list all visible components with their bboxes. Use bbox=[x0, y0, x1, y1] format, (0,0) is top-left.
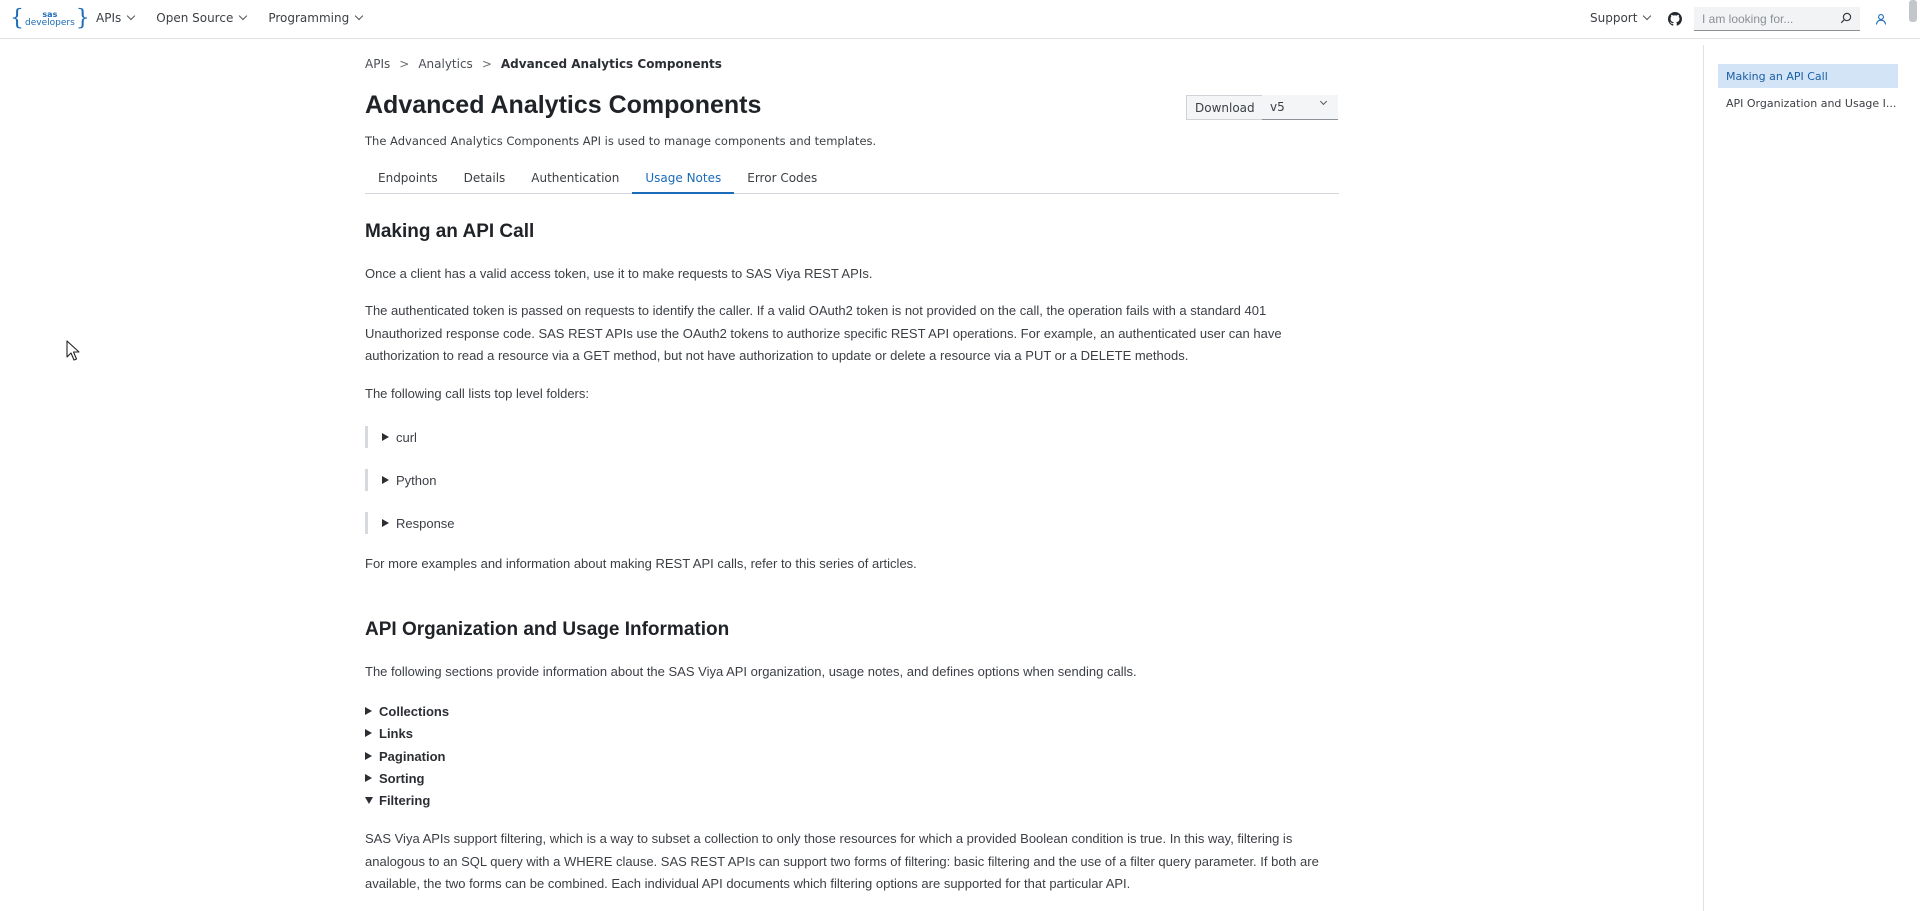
collapsible-response[interactable]: Response bbox=[365, 512, 455, 534]
breadcrumb-current: Advanced Analytics Components bbox=[500, 57, 722, 71]
section-filtering-label: Filtering bbox=[379, 792, 431, 808]
section-sorting[interactable]: Sorting bbox=[365, 769, 425, 787]
page-subtitle: The Advanced Analytics Components API is… bbox=[365, 134, 877, 148]
caret-right-icon bbox=[382, 433, 389, 441]
scrollbar-thumb[interactable] bbox=[1909, 0, 1917, 22]
search-icon[interactable] bbox=[1840, 12, 1852, 24]
caret-right-icon bbox=[365, 729, 372, 737]
making-call-paragraph-4: For more examples and information about … bbox=[365, 553, 1339, 576]
sas-developers-logo[interactable]: { sas developers } bbox=[10, 8, 90, 30]
toc-making-api-call[interactable]: Making an API Call bbox=[1718, 64, 1898, 88]
chevron-down-icon bbox=[127, 11, 136, 21]
section-collections[interactable]: Collections bbox=[365, 702, 449, 720]
logo-left-brace: { bbox=[10, 6, 24, 31]
caret-right-icon bbox=[382, 519, 389, 527]
section-collections-label: Collections bbox=[379, 703, 450, 719]
filtering-paragraph: SAS Viya APIs support filtering, which i… bbox=[365, 831, 1319, 891]
menu-programming-label: Programming bbox=[268, 11, 350, 25]
chevron-down-icon bbox=[354, 11, 364, 21]
table-of-contents: Making an API Call API Organization and … bbox=[1703, 45, 1920, 911]
breadcrumb-apis[interactable]: APIs bbox=[365, 57, 390, 71]
version-value: v5 bbox=[1270, 100, 1285, 114]
github-icon[interactable] bbox=[1668, 12, 1682, 26]
menu-support-label: Support bbox=[1590, 11, 1638, 25]
breadcrumb-separator: > bbox=[399, 57, 410, 71]
menu-apis[interactable]: APIs bbox=[96, 11, 136, 25]
user-icon[interactable] bbox=[1875, 13, 1887, 25]
logo-words: sas developers bbox=[25, 11, 75, 28]
caret-right-icon bbox=[365, 774, 372, 782]
caret-down-icon bbox=[365, 796, 373, 804]
search-input[interactable] bbox=[1694, 11, 1834, 26]
toc-api-organization[interactable]: API Organization and Usage I... bbox=[1718, 91, 1898, 115]
menu-programming[interactable]: Programming bbox=[268, 11, 364, 25]
section-sorting-label: Sorting bbox=[379, 770, 425, 786]
making-call-paragraph-3: The following call lists top level folde… bbox=[365, 386, 589, 401]
making-api-call-heading: Making an API Call bbox=[365, 221, 535, 242]
section-links-label: Links bbox=[379, 725, 413, 741]
section-filtering[interactable]: Filtering bbox=[365, 791, 430, 809]
collapsible-python-label: Python bbox=[396, 472, 437, 488]
collapsible-curl-label: curl bbox=[396, 429, 417, 445]
more-examples-text: For more examples and information about … bbox=[365, 556, 796, 571]
articles-link[interactable]: this series of articles bbox=[795, 556, 913, 571]
tab-details[interactable]: Details bbox=[451, 163, 519, 194]
more-examples-period: . bbox=[913, 556, 917, 571]
menu-support[interactable]: Support bbox=[1590, 11, 1652, 25]
section-pagination-label: Pagination bbox=[379, 748, 446, 764]
section-pagination[interactable]: Pagination bbox=[365, 747, 445, 765]
tab-error-codes[interactable]: Error Codes bbox=[734, 163, 830, 194]
menu-open-source[interactable]: Open Source bbox=[156, 11, 248, 25]
making-call-paragraph-2: The authenticated token is passed on req… bbox=[365, 303, 1282, 363]
chevron-down-icon bbox=[1319, 97, 1328, 106]
menu-open-source-label: Open Source bbox=[156, 11, 234, 25]
mouse-cursor-icon bbox=[66, 340, 80, 361]
caret-right-icon bbox=[365, 707, 372, 715]
version-select[interactable]: v5 bbox=[1262, 95, 1338, 120]
logo-right-brace: } bbox=[75, 6, 90, 31]
collapsible-python[interactable]: Python bbox=[365, 469, 436, 491]
collapsible-response-label: Response bbox=[396, 515, 455, 531]
download-button[interactable]: Download bbox=[1186, 95, 1264, 120]
logo-bottom-text: developers bbox=[25, 18, 75, 28]
organization-heading: API Organization and Usage Information bbox=[365, 619, 730, 640]
tab-authentication[interactable]: Authentication bbox=[518, 163, 632, 194]
tab-endpoints[interactable]: Endpoints bbox=[365, 163, 451, 194]
caret-right-icon bbox=[382, 476, 389, 484]
tab-usage-notes[interactable]: Usage Notes bbox=[632, 163, 735, 194]
chevron-down-icon bbox=[239, 11, 248, 21]
caret-right-icon bbox=[365, 752, 372, 760]
collapsible-curl[interactable]: curl bbox=[365, 426, 417, 448]
page-title: Advanced Analytics Components bbox=[365, 91, 762, 119]
section-links[interactable]: Links bbox=[365, 724, 413, 742]
breadcrumb-separator: > bbox=[481, 57, 492, 71]
top-navigation: { sas developers } APIs Open Source Prog… bbox=[0, 0, 1920, 39]
search-box bbox=[1694, 7, 1860, 31]
breadcrumb: APIs > Analytics > Advanced Analytics Co… bbox=[365, 57, 722, 71]
making-call-paragraph-1: Once a client has a valid access token, … bbox=[365, 266, 873, 281]
main-menu: APIs Open Source Programming bbox=[96, 0, 384, 36]
tab-bar: Endpoints Details Authentication Usage N… bbox=[365, 163, 1339, 194]
organization-intro: The following sections provide informati… bbox=[365, 664, 1137, 679]
breadcrumb-analytics[interactable]: Analytics bbox=[418, 57, 473, 71]
menu-apis-label: APIs bbox=[96, 11, 122, 25]
chevron-down-icon bbox=[1643, 11, 1652, 21]
